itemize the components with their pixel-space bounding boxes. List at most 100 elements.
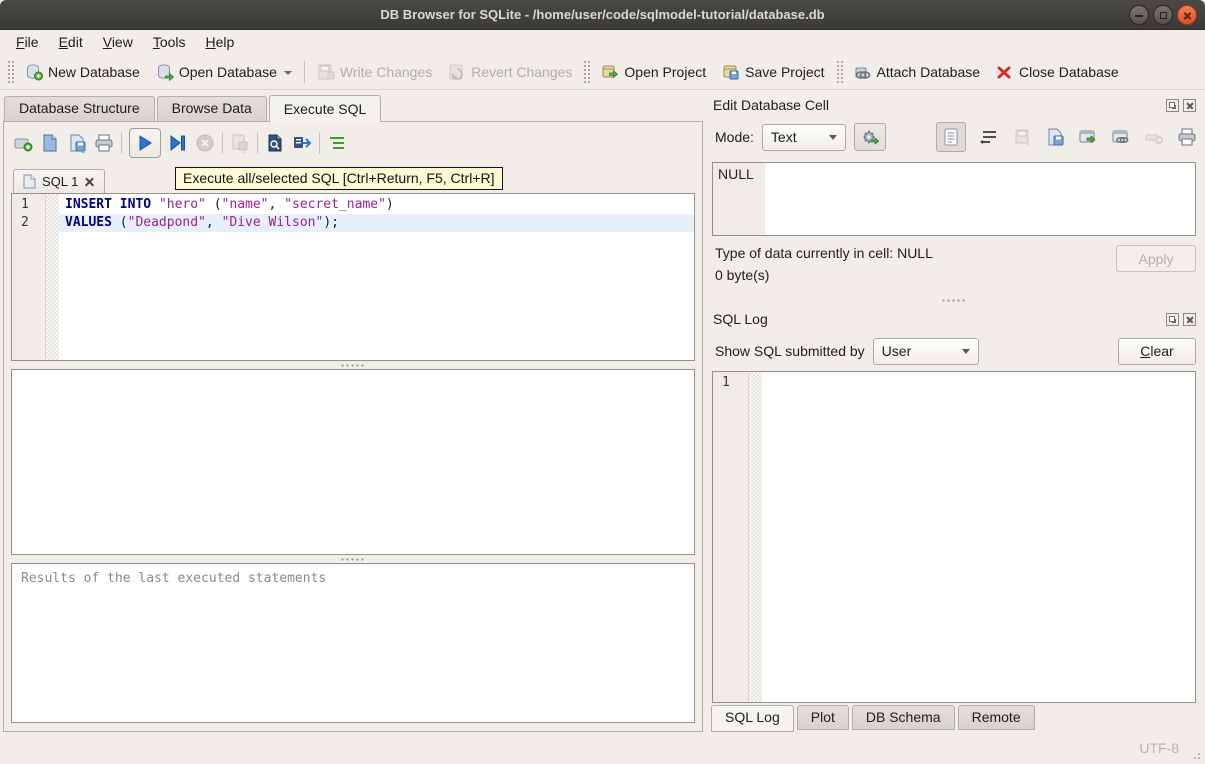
open-project-button[interactable]: Open Project	[593, 59, 714, 85]
close-database-icon	[996, 63, 1014, 81]
splitter-handle[interactable]	[11, 555, 695, 563]
cell-editor-icons	[936, 122, 1197, 152]
sql-doc-tab-label: SQL 1	[42, 174, 78, 189]
execute-sql-icon	[138, 135, 152, 151]
open-database-dropdown-icon[interactable]	[284, 71, 292, 75]
close-sql-tab-icon[interactable]	[84, 176, 95, 187]
menu-tools[interactable]: Tools	[143, 32, 196, 52]
open-in-external-icon[interactable]	[1078, 127, 1098, 147]
open-url-icon[interactable]	[1111, 127, 1131, 147]
encoding-indicator: UTF-8	[1139, 740, 1179, 756]
toolbar-separator	[304, 61, 305, 83]
main-tab-bar: Database Structure Browse Data Execute S…	[3, 94, 703, 121]
open-project-icon	[601, 63, 619, 81]
tab-database-structure[interactable]: Database Structure	[4, 96, 155, 121]
attach-database-label: Attach Database	[877, 64, 981, 80]
find-replace-icon[interactable]	[265, 133, 285, 153]
tab-browse-data[interactable]: Browse Data	[157, 96, 267, 121]
splitter-handle[interactable]	[711, 294, 1197, 306]
left-pane: Database Structure Browse Data Execute S…	[0, 90, 705, 732]
minimize-icon[interactable]	[1129, 5, 1149, 25]
attach-database-button[interactable]: Attach Database	[846, 59, 989, 85]
tab-remote[interactable]: Remote	[958, 705, 1035, 730]
execute-sql-panel: SQL 1 1 2 INSERT INTO "hero" ("name", "s…	[3, 121, 703, 732]
close-dock-icon[interactable]	[1183, 99, 1196, 112]
clear-log-label: Clear	[1140, 343, 1173, 359]
sql-log-dock-header: SQL Log	[711, 306, 1197, 330]
stop-execution-icon	[195, 133, 215, 153]
line-number-gutter: 1 2	[12, 194, 46, 360]
toolbar-grip	[583, 60, 590, 84]
save-sql-file-icon[interactable]	[67, 133, 87, 153]
open-database-label: Open Database	[179, 64, 277, 80]
chevron-down-icon	[962, 349, 970, 354]
print-sql-icon[interactable]	[94, 133, 114, 153]
new-database-label: New Database	[48, 64, 140, 80]
menu-edit[interactable]: Edit	[49, 32, 93, 52]
menu-file[interactable]: File	[6, 32, 49, 52]
open-database-button[interactable]: Open Database	[148, 59, 300, 85]
log-filter-combobox[interactable]: User	[873, 338, 979, 365]
sql-toolbar	[11, 122, 695, 162]
float-dock-icon[interactable]	[1166, 313, 1179, 326]
title-bar: DB Browser for SQLite - /home/user/code/…	[0, 0, 1205, 30]
revert-changes-icon	[448, 63, 466, 81]
text-mode-toggle[interactable]	[936, 122, 966, 152]
write-changes-label: Write Changes	[340, 64, 432, 80]
float-dock-icon[interactable]	[1166, 99, 1179, 112]
menu-view[interactable]: View	[93, 32, 143, 52]
maximize-icon[interactable]	[1153, 5, 1173, 25]
resize-grip[interactable]	[1189, 748, 1202, 761]
main-toolbar: New Database Open Database Write Changes…	[0, 54, 1205, 90]
bottom-tab-bar: SQL Log Plot DB Schema Remote	[711, 703, 1197, 732]
mode-combobox[interactable]: Text	[762, 124, 846, 151]
new-database-button[interactable]: New Database	[17, 59, 148, 85]
tab-sql-log[interactable]: SQL Log	[711, 705, 794, 732]
close-database-button[interactable]: Close Database	[988, 59, 1127, 85]
cell-value-editor[interactable]: NULL	[712, 162, 1196, 236]
sql-log-controls: Show SQL submitted by User Clear	[711, 330, 1197, 368]
auto-mode-button[interactable]	[854, 123, 886, 151]
open-sql-file-icon[interactable]	[40, 133, 60, 153]
new-sql-tab-icon[interactable]	[13, 133, 33, 153]
save-project-label: Save Project	[745, 64, 824, 80]
menu-bar: File Edit View Tools Help	[0, 30, 1205, 54]
close-icon[interactable]	[1177, 5, 1197, 25]
cell-mode-row: Mode: Text	[711, 116, 1197, 154]
format-sql-icon[interactable]	[327, 133, 347, 153]
word-wrap-icon[interactable]	[979, 127, 999, 147]
execute-sql-button[interactable]	[129, 128, 161, 158]
save-results-icon	[230, 133, 250, 153]
clear-log-button[interactable]: Clear	[1118, 338, 1196, 365]
execute-sql-tooltip: Execute all/selected SQL [Ctrl+Return, F…	[175, 167, 503, 190]
code-area[interactable]: INSERT INTO "hero" ("name", "secret_name…	[59, 194, 694, 360]
cell-type-info: Type of data currently in cell: NULL	[715, 245, 933, 261]
execute-current-line-icon[interactable]	[168, 133, 188, 153]
window-title: DB Browser for SQLite - /home/user/code/…	[0, 7, 1205, 22]
save-project-icon	[722, 63, 740, 81]
cell-size-info: 0 byte(s)	[715, 267, 933, 283]
results-grid-pane	[11, 369, 695, 555]
mode-value: Text	[771, 129, 819, 145]
printable-view-icon[interactable]	[292, 133, 312, 153]
export-data-icon[interactable]	[1045, 127, 1065, 147]
splitter-handle[interactable]	[11, 361, 695, 369]
import-data-icon	[1012, 127, 1032, 147]
sql-log-title: SQL Log	[713, 311, 768, 327]
tab-execute-sql[interactable]: Execute SQL	[269, 95, 382, 122]
edit-cell-dock-header: Edit Database Cell	[711, 92, 1197, 116]
tab-plot[interactable]: Plot	[797, 705, 849, 730]
sql-code-editor[interactable]: 1 2 INSERT INTO "hero" ("name", "secret_…	[11, 193, 695, 361]
code-line-1: INSERT INTO "hero" ("name", "secret_name…	[59, 196, 694, 214]
print-cell-icon[interactable]	[1177, 127, 1197, 147]
line-number: 2	[21, 214, 45, 232]
tab-db-schema[interactable]: DB Schema	[852, 705, 955, 730]
right-pane: Edit Database Cell Mode: Text	[705, 90, 1205, 732]
folding-margin	[46, 194, 59, 360]
close-dock-icon[interactable]	[1183, 313, 1196, 326]
sql-doc-tab[interactable]: SQL 1	[13, 169, 105, 193]
attach-database-icon	[854, 63, 872, 81]
sql-doc-icon	[23, 174, 36, 189]
menu-help[interactable]: Help	[196, 32, 245, 52]
save-project-button[interactable]: Save Project	[714, 59, 832, 85]
